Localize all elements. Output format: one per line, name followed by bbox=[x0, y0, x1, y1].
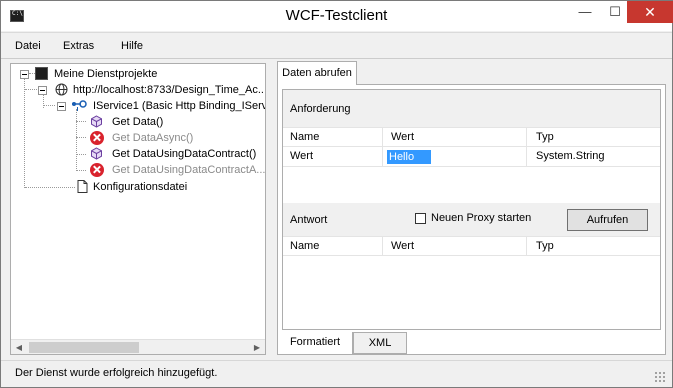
tree-item-label: http://localhost:8733/Design_Time_Ac... bbox=[73, 84, 266, 96]
tree-item-service[interactable]: IService1 (Basic Http Binding_IServ... bbox=[11, 98, 265, 114]
request-header-label: Anforderung bbox=[290, 103, 351, 115]
status-text: Der Dienst wurde erfolgreich hinzugefügt… bbox=[15, 367, 218, 379]
collapse-icon[interactable] bbox=[57, 102, 66, 111]
main-window: WCF-Testclient — ☐ ✕ Datei Extras Hilfe … bbox=[0, 0, 673, 388]
tab-xml[interactable]: XML bbox=[353, 332, 407, 354]
scrollbar-thumb[interactable] bbox=[29, 342, 139, 353]
column-header-value[interactable]: Wert bbox=[391, 131, 414, 143]
column-separator bbox=[382, 147, 383, 166]
error-icon bbox=[90, 163, 104, 177]
column-header-value[interactable]: Wert bbox=[391, 240, 414, 252]
status-bar: Der Dienst wurde erfolgreich hinzugefügt… bbox=[1, 360, 672, 387]
response-grid-header: Name Wert Typ bbox=[283, 236, 660, 256]
menu-bar: Datei Extras Hilfe bbox=[1, 32, 672, 59]
error-icon bbox=[90, 131, 104, 145]
new-proxy-checkbox[interactable] bbox=[415, 213, 426, 224]
invoke-button[interactable]: Aufrufen bbox=[567, 209, 648, 231]
column-header-type[interactable]: Typ bbox=[536, 131, 554, 143]
column-separator bbox=[526, 237, 527, 255]
service-tree[interactable]: Meine Dienstprojekte http://localhost:87… bbox=[10, 63, 266, 355]
tree-item-operation[interactable]: Get DataUsingDataContract() bbox=[11, 146, 261, 162]
operation-icon bbox=[91, 147, 102, 160]
column-separator bbox=[382, 237, 383, 255]
tree-item-endpoint[interactable]: http://localhost:8733/Design_Time_Ac... bbox=[11, 82, 265, 98]
menu-extras[interactable]: Extras bbox=[63, 40, 94, 52]
collapse-icon[interactable] bbox=[20, 70, 29, 79]
response-section-header: Antwort Neuen Proxy starten Aufrufen bbox=[283, 203, 660, 236]
response-header-label: Antwort bbox=[290, 214, 328, 226]
new-proxy-label[interactable]: Neuen Proxy starten bbox=[431, 212, 531, 224]
param-name: Wert bbox=[290, 150, 314, 162]
tree-horizontal-scrollbar[interactable]: ◀ ▶ bbox=[11, 339, 265, 354]
tree-item-operation[interactable]: Get DataAsync() bbox=[11, 130, 261, 146]
request-grid-header: Name Wert Typ bbox=[283, 127, 660, 147]
tree-item-label: Get DataUsingDataContract() bbox=[112, 148, 257, 160]
resize-grip-icon[interactable] bbox=[654, 371, 666, 383]
scroll-left-icon[interactable]: ◀ bbox=[11, 340, 27, 355]
column-header-name[interactable]: Name bbox=[290, 131, 319, 143]
operation-icon bbox=[91, 115, 102, 128]
title-bar[interactable]: WCF-Testclient — ☐ ✕ bbox=[1, 1, 673, 31]
tree-item-label: Meine Dienstprojekte bbox=[54, 68, 158, 80]
close-button[interactable]: ✕ bbox=[627, 1, 673, 23]
globe-icon bbox=[55, 83, 68, 96]
param-type: System.String bbox=[536, 150, 605, 162]
tree-item-config[interactable]: Konfigurationsdatei bbox=[11, 179, 261, 195]
contract-icon bbox=[72, 100, 87, 111]
tab-content: Anforderung Name Wert Typ Wert Hello Sys… bbox=[277, 84, 666, 355]
tree-item-operation[interactable]: Get DataUsingDataContractA... bbox=[11, 162, 265, 178]
tree-item-operation[interactable]: Get Data() bbox=[11, 114, 261, 130]
request-response-panel: Anforderung Name Wert Typ Wert Hello Sys… bbox=[282, 89, 661, 330]
scroll-right-icon[interactable]: ▶ bbox=[249, 340, 265, 355]
file-icon bbox=[77, 180, 88, 193]
request-section-header: Anforderung bbox=[283, 90, 660, 127]
tab-daten-abrufen[interactable]: Daten abrufen bbox=[277, 61, 357, 85]
column-separator bbox=[526, 147, 527, 166]
tree-item-label: Get DataAsync() bbox=[112, 132, 194, 144]
column-header-type[interactable]: Typ bbox=[536, 240, 554, 252]
tree-item-label: Get Data() bbox=[112, 116, 164, 128]
console-icon bbox=[35, 67, 48, 80]
param-value-input[interactable]: Hello bbox=[387, 150, 431, 164]
request-row[interactable]: Wert Hello System.String bbox=[283, 147, 660, 167]
tree-item-root[interactable]: Meine Dienstprojekte bbox=[11, 66, 261, 82]
column-header-name[interactable]: Name bbox=[290, 240, 319, 252]
tree-item-label: Get DataUsingDataContractA... bbox=[112, 164, 266, 176]
column-separator bbox=[382, 128, 383, 146]
collapse-icon[interactable] bbox=[38, 86, 47, 95]
tree-item-label: Konfigurationsdatei bbox=[93, 181, 188, 193]
menu-help[interactable]: Hilfe bbox=[121, 40, 143, 52]
column-separator bbox=[526, 128, 527, 146]
minimize-button[interactable]: — bbox=[569, 1, 601, 23]
tab-formatiert[interactable]: Formatiert bbox=[277, 332, 353, 355]
tree-item-label: IService1 (Basic Http Binding_IServ... bbox=[93, 100, 266, 112]
menu-file[interactable]: Datei bbox=[15, 40, 41, 52]
